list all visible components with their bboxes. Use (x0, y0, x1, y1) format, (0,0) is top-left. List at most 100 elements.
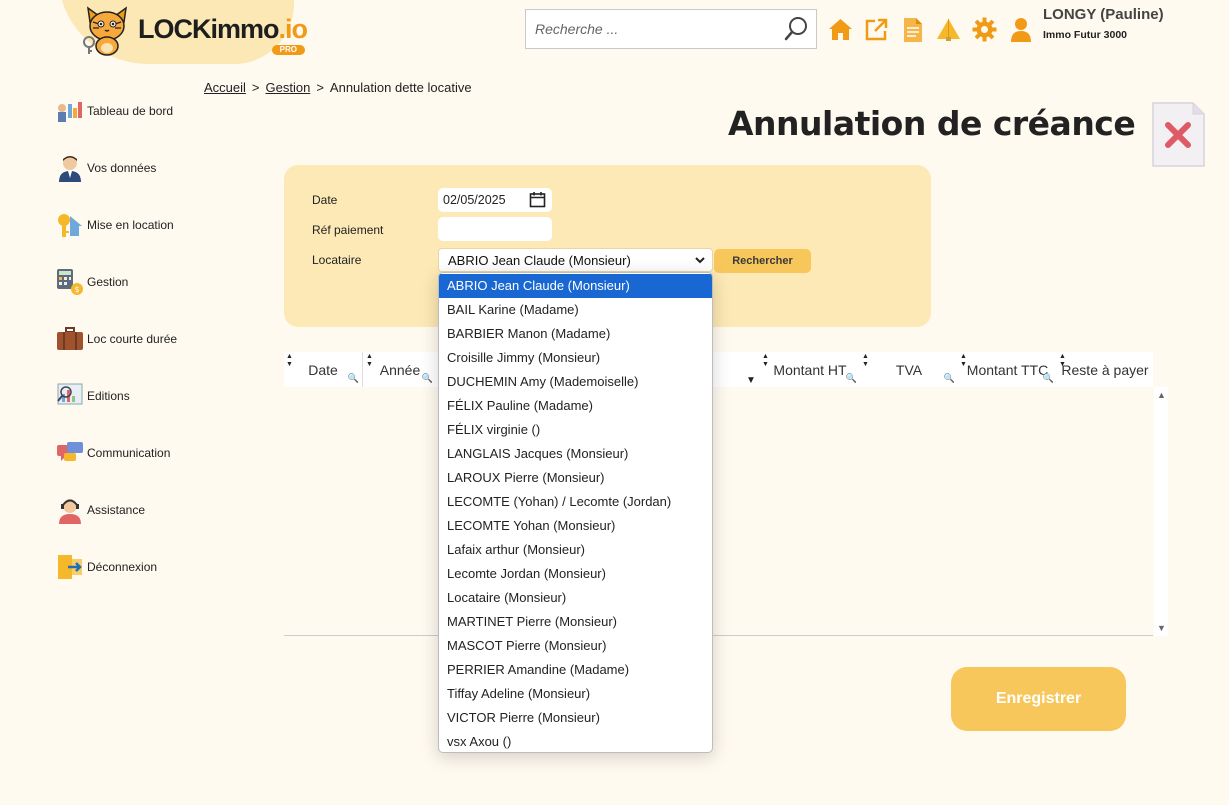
logo[interactable]: LOCKimmo.io PRO (80, 2, 308, 56)
sort-icon[interactable]: ▲ ▼ (862, 353, 869, 369)
table-body (284, 387, 1153, 636)
sidebar-item-label: Gestion (87, 274, 129, 289)
calendar-icon[interactable] (529, 191, 546, 211)
dropdown-option[interactable]: BAIL Karine (Madame) (439, 298, 712, 322)
dropdown-option[interactable]: DUCHEMIN Amy (Mademoiselle) (439, 370, 712, 394)
cancel-document-icon[interactable] (1151, 101, 1206, 168)
dropdown-option[interactable]: ABRIO Jean Claude (Monsieur) (439, 274, 712, 298)
sort-icon[interactable]: ▲ ▼ (1059, 353, 1066, 369)
date-field[interactable]: 02/05/2025 (438, 188, 552, 212)
sort-icon[interactable]: ▲ ▼ (960, 353, 967, 369)
dropdown-option[interactable]: MARTINET Pierre (Monsieur) (439, 610, 712, 634)
search-button[interactable]: Rechercher (714, 249, 811, 273)
ref-paiement-field[interactable] (438, 217, 552, 241)
chat-icon (55, 438, 84, 467)
column-label: TVA (895, 361, 923, 378)
dropdown-option[interactable]: MASCOT Pierre (Monsieur) (439, 634, 712, 658)
dropdown-option[interactable]: vsx Axou () (439, 730, 712, 752)
column-search-icon[interactable]: 🔍 (422, 373, 433, 384)
person-icon (55, 153, 84, 182)
alert-icon[interactable] (936, 16, 961, 43)
top-toolbar (828, 16, 1033, 43)
sort-icon[interactable]: ▲ ▼ (286, 353, 293, 369)
scroll-up-icon[interactable]: ▲ (1157, 390, 1166, 400)
breadcrumb-gestion-link[interactable]: Gestion (266, 80, 311, 95)
dropdown-option[interactable]: FÉLIX virginie () (439, 418, 712, 442)
sidebar-item-label: Tableau de bord (87, 103, 174, 118)
dropdown-option[interactable]: VICTOR Pierre (Monsieur) (439, 706, 712, 730)
column-divider (362, 352, 363, 387)
key-house-icon (55, 210, 84, 239)
breadcrumb-home-link[interactable]: Accueil (204, 80, 246, 95)
dashboard-icon (55, 96, 84, 125)
breadcrumb-separator: > (251, 80, 260, 95)
logo-pro-badge: PRO (271, 44, 305, 55)
user-icon[interactable] (1008, 16, 1033, 43)
search-icon[interactable] (776, 10, 816, 48)
scroll-down-icon[interactable]: ▼ (1157, 623, 1166, 633)
date-value: 02/05/2025 (443, 193, 506, 207)
sidebar-item-loc-courte-duree[interactable]: Loc courte durée (55, 310, 195, 367)
column-search-icon[interactable]: 🔍 (944, 373, 955, 384)
save-button[interactable]: Enregistrer (951, 667, 1126, 731)
sidebar-item-communication[interactable]: Communication (55, 424, 195, 481)
suitcase-icon (55, 324, 84, 353)
gear-icon[interactable] (972, 16, 997, 43)
dropdown-option[interactable]: LANGLAIS Jacques (Monsieur) (439, 442, 712, 466)
cat-mascot-icon (83, 6, 127, 56)
dropdown-option[interactable]: LAROUX Pierre (Monsieur) (439, 466, 712, 490)
column-header-reste-a-payer[interactable]: ▲ ▼ Reste à payer (1057, 352, 1153, 387)
sidebar-item-label: Editions (87, 388, 130, 403)
dropdown-option[interactable]: Lafaix arthur (Monsieur) (439, 538, 712, 562)
dropdown-option[interactable]: Locataire (Monsieur) (439, 586, 712, 610)
user-info[interactable]: LONGY (Pauline) Immo Futur 3000 (1043, 6, 1164, 41)
dropdown-option[interactable]: Croisille Jimmy (Monsieur) (439, 346, 712, 370)
column-label: Montant HT (773, 361, 847, 378)
sidebar-item-assistance[interactable]: Assistance (55, 481, 195, 538)
sidebar-item-label: Vos données (87, 160, 157, 175)
sidebar-item-vos-donnees[interactable]: Vos données (55, 139, 195, 196)
dropdown-option[interactable]: Lecomte Jordan (Monsieur) (439, 562, 712, 586)
dropdown-option[interactable]: LECOMTE Yohan (Monsieur) (439, 514, 712, 538)
tenant-selected-value: ABRIO Jean Claude (Monsieur) (448, 252, 631, 268)
sidebar-item-tableau-de-bord[interactable]: Tableau de bord (55, 82, 195, 139)
dropdown-option[interactable]: FÉLIX Pauline (Madame) (439, 394, 712, 418)
dropdown-option[interactable]: BARBIER Manon (Madame) (439, 322, 712, 346)
column-search-icon[interactable]: 🔍 (348, 373, 359, 384)
svg-text:$: $ (74, 285, 79, 294)
sidebar-item-gestion[interactable]: $ Gestion (55, 253, 195, 310)
breadcrumb: Accueil > Gestion > Annulation dette locativ… (204, 80, 472, 95)
dropdown-option[interactable]: PERRIER Amandine (Madame) (439, 658, 712, 682)
dropdown-option[interactable]: LECOMTE (Yohan) / Lecomte (Jordan) (439, 490, 712, 514)
sort-icon[interactable]: ▲ ▼ (762, 353, 769, 369)
sidebar-item-editions[interactable]: Editions (55, 367, 195, 424)
dropdown-option[interactable]: Tiffay Adeline (Monsieur) (439, 682, 712, 706)
ref-label: Réf paiement (312, 223, 384, 237)
date-label: Date (312, 193, 338, 207)
filter-icon[interactable]: ▼ (746, 375, 756, 386)
sidebar-item-mise-en-location[interactable]: Mise en location (55, 196, 195, 253)
chevron-down-icon (694, 254, 706, 269)
sidebar-item-deconnexion[interactable]: Déconnexion (55, 538, 195, 595)
sidebar-item-label: Mise en location (87, 217, 174, 232)
column-search-icon[interactable]: 🔍 (1043, 373, 1054, 384)
column-label: Montant TTC (966, 361, 1049, 378)
search-box (525, 9, 817, 49)
column-header-montant-ttc[interactable]: ▲ ▼ Montant TTC 🔍 (958, 352, 1057, 387)
sidebar-item-label: Communication (87, 445, 171, 460)
document-icon[interactable] (900, 16, 925, 43)
page-title: Annulation de créance (728, 104, 1136, 143)
column-header-tva[interactable]: ▲ ▼ TVA 🔍 (860, 352, 958, 387)
search-input[interactable] (526, 10, 776, 48)
column-header-montant-ht[interactable]: ▲ ▼ Montant HT 🔍 (760, 352, 860, 387)
column-search-icon[interactable]: 🔍 (846, 373, 857, 384)
column-header-date[interactable]: ▲ ▼ Date 🔍 (284, 352, 362, 387)
support-icon (55, 495, 84, 524)
home-icon[interactable] (828, 16, 853, 43)
sort-icon[interactable]: ▲ ▼ (366, 353, 373, 369)
tenant-select[interactable]: ABRIO Jean Claude (Monsieur) (438, 248, 713, 272)
column-header-annee[interactable]: ▲ ▼ Année 🔍 (364, 352, 436, 387)
table-scrollbar[interactable]: ▲ ▼ (1154, 387, 1168, 636)
external-link-icon[interactable] (864, 16, 889, 43)
logout-icon (55, 552, 84, 581)
